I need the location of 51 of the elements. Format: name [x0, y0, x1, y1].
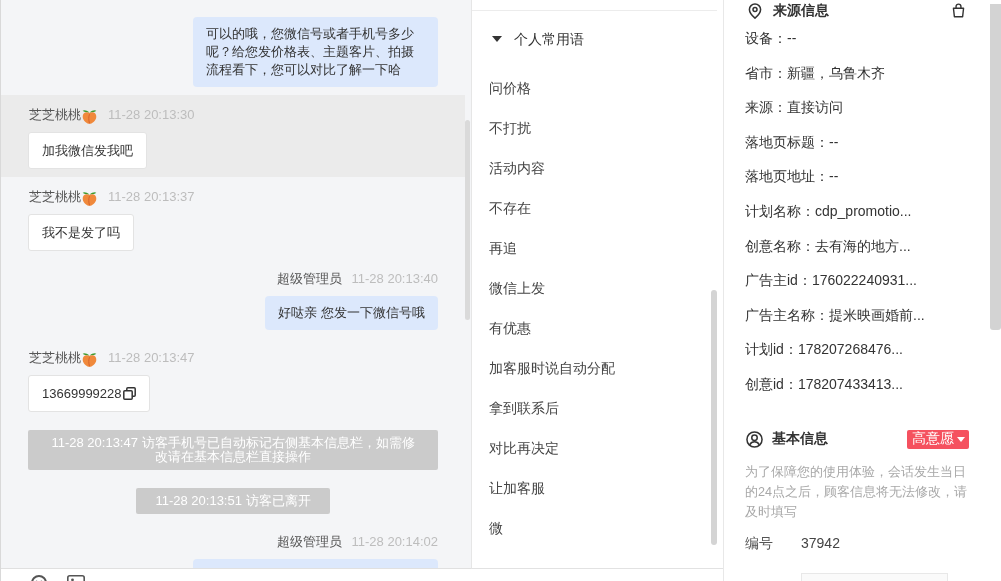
info-row-text: 落地页标题：-- [745, 132, 840, 152]
section-title: 来源信息 [773, 1, 829, 20]
info-row-text: 广告主id：176022240931... [745, 271, 918, 291]
phrase-item[interactable]: 对比再决定 [472, 428, 723, 468]
notice-text: 为了保障您的使用体验，会话发生当日的24点之后，顾客信息将无法修改，请及时填写 [745, 463, 968, 521]
phrase-item[interactable]: 不打扰 [472, 108, 723, 148]
info-row-text: 创意名称：去有海的地方... [745, 236, 912, 256]
message-text: 可以的哦，您微信号或者手机号多少呢？给您发价格表、主题客片、拍摄流程看下，您可以对比了解一下哈 [206, 25, 415, 79]
message-text: 我不是发了吗 [42, 224, 120, 242]
message-time: 11-28 20:13:37 [108, 188, 195, 206]
sender-name: 超级管理员 [276, 533, 342, 551]
phrase-item[interactable]: 有优惠 [472, 308, 723, 348]
phrase-item[interactable]: 微 [472, 508, 723, 548]
phrase-item[interactable]: 不存在 [472, 188, 723, 228]
user-icon [746, 430, 763, 448]
info-row-text: 来源：直接访问 [745, 98, 844, 118]
info-row-text: 广告主名称：提米映画婚前... [745, 305, 926, 325]
phrase-item[interactable]: 加客服时说自动分配 [472, 348, 723, 388]
copy-icon[interactable] [122, 387, 136, 400]
phrase-item[interactable]: 问价格 [472, 68, 723, 108]
phrase-item[interactable]: 微信上发 [472, 268, 723, 308]
message-text: 13669999228 [42, 385, 122, 403]
message-time: 11-28 20:13:47 [108, 349, 195, 367]
phrase-item[interactable]: 再追 [472, 228, 723, 268]
message-time: 11-28 20:13:40 [351, 270, 438, 288]
sender-name: 芝芝桃桃 [29, 349, 81, 367]
info-row-text: 省市：新疆，乌鲁木齐 [745, 63, 886, 83]
info-row-text: 设备：-- [745, 29, 798, 48]
scrollbar-thumb[interactable] [711, 290, 717, 545]
phrase-item[interactable]: 活动内容 [472, 148, 723, 188]
sender-name: 芝芝桃桃 [29, 106, 81, 124]
caret-icon [957, 436, 965, 442]
pin-icon [748, 2, 762, 19]
scrollbar-thumb[interactable] [990, 4, 1001, 330]
field-label: 编号 [745, 533, 774, 553]
info-row-text: 创意id：178207433413... [745, 374, 904, 394]
section-title: 基本信息 [772, 430, 828, 449]
message-time: 11-28 20:14:02 [351, 533, 438, 551]
phrase-item[interactable]: 让加客服 [472, 468, 723, 508]
info-row-text: 计划id：178207268476... [745, 340, 904, 360]
info-row-text: 计划名称：cdp_promotio... [745, 201, 913, 221]
message-text: 加我微信发我吧 [42, 142, 133, 160]
field-value: 37942 [801, 533, 840, 553]
bag-icon[interactable] [951, 3, 966, 18]
message-text: 好哒亲 您发一下微信号哦 [278, 304, 425, 322]
phrase-item[interactable]: 拿到联系后 [472, 388, 723, 428]
info-row-text: 落地页地址：-- [745, 167, 840, 187]
phrase-group-toggle[interactable]: 个人常用语 [492, 29, 584, 49]
sender-name: 芝芝桃桃 [29, 188, 81, 206]
sender-name: 超级管理员 [276, 270, 342, 288]
scrollbar-thumb[interactable] [465, 120, 470, 320]
